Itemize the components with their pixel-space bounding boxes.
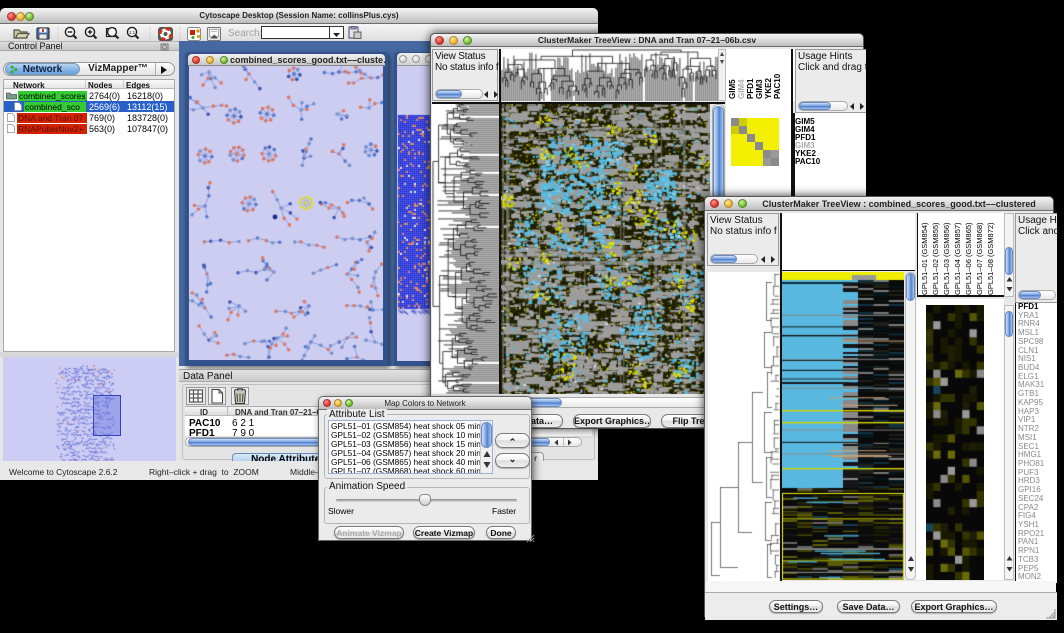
svg-text:1:1: 1:1 — [129, 30, 136, 35]
